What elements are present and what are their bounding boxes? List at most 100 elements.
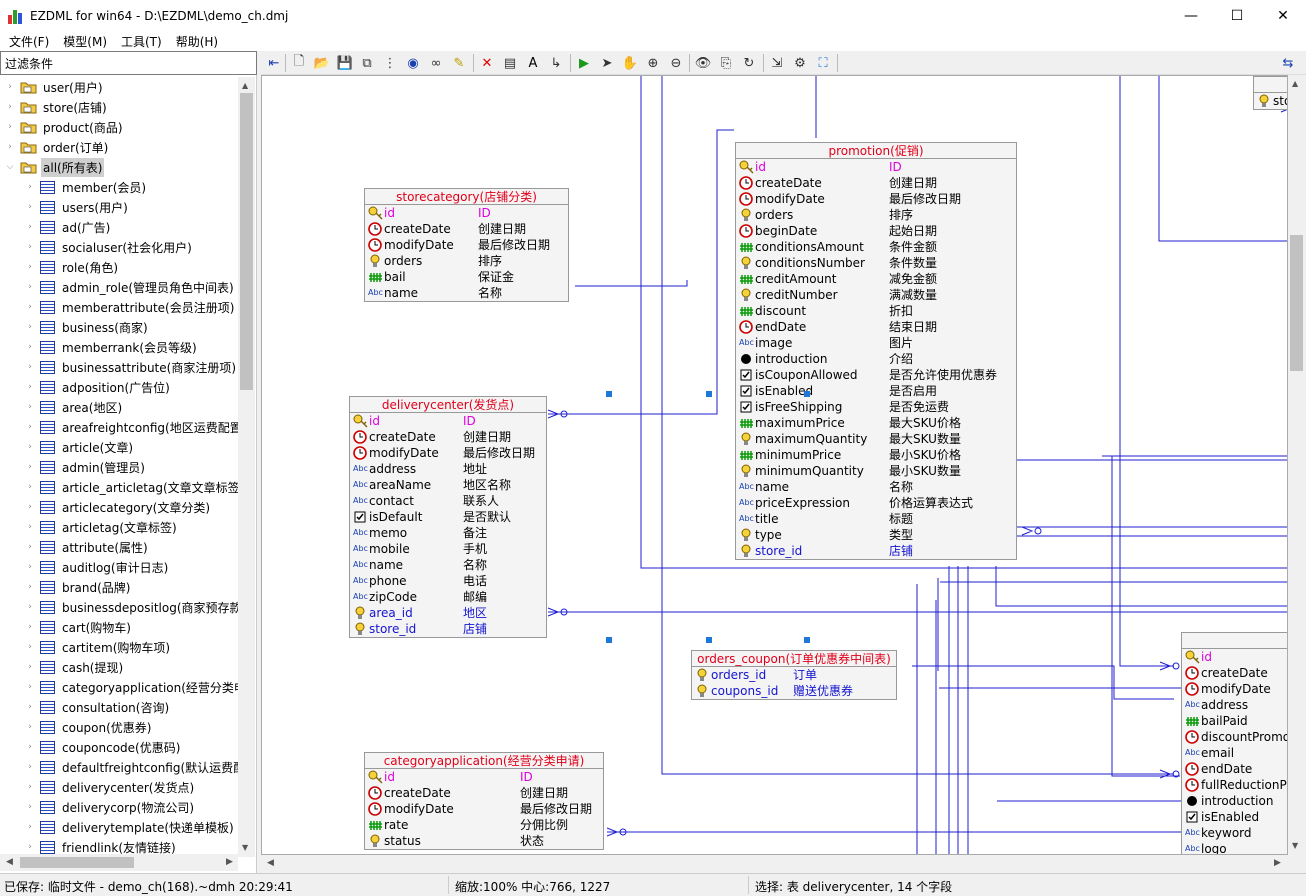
entity-corner-partial[interactable]: sto <box>1253 76 1287 110</box>
filter-input[interactable]: 过滤条件 <box>0 51 257 75</box>
tree-table-item[interactable]: › member(会员) <box>24 177 148 197</box>
tree-group[interactable]: › user(用户) <box>4 77 105 97</box>
entity-promotion[interactable]: promotion(促销) id ID createDate 创建日期 modifyDat… <box>735 142 1017 560</box>
field-row[interactable]: type 类型 <box>736 527 1016 543</box>
entity-categoryapplication[interactable]: categoryapplication(经营分类申请) id ID createDat… <box>364 752 604 850</box>
field-row[interactable]: Abc name 名称 <box>736 479 1016 495</box>
field-row[interactable]: Abc title 标题 <box>736 511 1016 527</box>
field-row[interactable]: id ID <box>736 159 1016 175</box>
scroll-down-icon[interactable]: ▼ <box>1292 841 1298 850</box>
delete-icon[interactable]: ✕ <box>478 54 496 72</box>
field-row[interactable]: id ID <box>350 413 546 429</box>
copy-icon[interactable]: ⧉ <box>358 54 376 72</box>
tree-table-item[interactable]: › areafreightconfig(地区运费配置 <box>24 417 238 437</box>
expand-icon[interactable]: › <box>4 122 16 132</box>
new-icon[interactable]: 🗋 <box>290 54 308 72</box>
expand-icon[interactable]: › <box>24 442 36 452</box>
field-row[interactable]: isEnabled <box>1182 809 1287 825</box>
entity-deliverycenter[interactable]: deliverycenter(发货点) id ID createDate 创建日期 mod… <box>349 396 547 638</box>
save-icon[interactable]: 💾 <box>336 54 354 72</box>
field-row[interactable]: area_id 地区 <box>350 605 546 621</box>
collapse-icon[interactable]: ⌵ <box>4 162 16 172</box>
tree-group[interactable]: › order(订单) <box>4 137 110 157</box>
expand-icon[interactable]: › <box>24 222 36 232</box>
tree-table-item[interactable]: › auditlog(审计日志) <box>24 557 170 577</box>
expand-icon[interactable]: › <box>24 302 36 312</box>
table-icon[interactable]: ▤ <box>501 54 519 72</box>
panel-toggle-icon[interactable]: ⇆ <box>1279 54 1297 72</box>
tree-group[interactable]: › store(店铺) <box>4 97 109 117</box>
tree-table-item[interactable]: › consultation(咨询) <box>24 697 171 717</box>
field-row[interactable]: Abc keyword <box>1182 825 1287 841</box>
tree-table-item[interactable]: › socialuser(社会化用户) <box>24 237 194 257</box>
minimize-button[interactable]: — <box>1168 0 1214 31</box>
field-row[interactable]: beginDate 起始日期 <box>736 223 1016 239</box>
field-row[interactable]: Abc zipCode 邮编 <box>350 589 546 605</box>
expand-icon[interactable]: › <box>24 842 36 852</box>
field-row[interactable]: fullReductionPr <box>1182 777 1287 793</box>
expand-icon[interactable]: › <box>24 242 36 252</box>
expand-icon[interactable]: › <box>24 682 36 692</box>
tree-table-item[interactable]: › businessattribute(商家注册项) <box>24 357 238 377</box>
expand-icon[interactable]: › <box>24 342 36 352</box>
field-row[interactable]: orders 排序 <box>736 207 1016 223</box>
expand-icon[interactable]: › <box>24 622 36 632</box>
scroll-left-icon[interactable]: ◀ <box>6 857 13 867</box>
field-row[interactable]: createDate 创建日期 <box>365 221 568 237</box>
expand-icon[interactable]: › <box>24 462 36 472</box>
scroll-down-icon[interactable]: ▼ <box>242 843 248 852</box>
field-row[interactable]: store_id 店铺 <box>350 621 546 637</box>
preview-icon[interactable]: 👁 <box>694 54 712 72</box>
field-row[interactable]: createDate 创建日期 <box>736 175 1016 191</box>
diagram-canvas[interactable]: storecategory(店铺分类) id ID createDate 创建日期 mod… <box>261 75 1288 855</box>
tree-table-item[interactable]: › deliverycorp(物流公司) <box>24 797 196 817</box>
pointer-icon[interactable]: ➤ <box>598 54 616 72</box>
field-row[interactable]: Abc mobile 手机 <box>350 541 546 557</box>
highlight-icon[interactable]: ✎ <box>450 54 468 72</box>
menu-help[interactable]: 帮助(H) <box>169 33 225 50</box>
field-row[interactable]: sto <box>1254 93 1287 109</box>
back-icon[interactable]: ⇤ <box>265 54 283 72</box>
expand-icon[interactable]: › <box>24 642 36 652</box>
expand-icon[interactable]: › <box>24 322 36 332</box>
tree-table-item[interactable]: › deliverycenter(发货点) <box>24 777 196 797</box>
field-row[interactable]: conditionsAmount 条件金额 <box>736 239 1016 255</box>
field-row[interactable]: id ID <box>365 769 603 785</box>
expand-icon[interactable]: › <box>24 262 36 272</box>
field-row[interactable]: introduction <box>1182 793 1287 809</box>
text-icon[interactable]: A <box>524 54 542 72</box>
canvas-horizontal-scrollbar[interactable]: ◀ ▶ <box>261 855 1288 872</box>
link-icon[interactable]: ↳ <box>547 54 565 72</box>
field-row[interactable]: minimumPrice 最小SKU价格 <box>736 447 1016 463</box>
zoom-in-icon[interactable]: ⊕ <box>644 54 662 72</box>
settings-icon[interactable]: ⚙ <box>791 54 809 72</box>
tree-table-item[interactable]: › defaultfreightconfig(默认运费配 <box>24 757 238 777</box>
field-row[interactable]: maximumQuantity 最大SKU数量 <box>736 431 1016 447</box>
field-row[interactable]: bail 保证金 <box>365 269 568 285</box>
expand-icon[interactable]: › <box>24 602 36 612</box>
tree-table-item[interactable]: › article_articletag(文章文章标签中 <box>24 477 238 497</box>
field-row[interactable]: createDate <box>1182 665 1287 681</box>
tree-table-item[interactable]: › memberrank(会员等级) <box>24 337 199 357</box>
field-row[interactable]: minimumQuantity 最小SKU数量 <box>736 463 1016 479</box>
expand-icon[interactable]: › <box>24 722 36 732</box>
field-row[interactable]: createDate 创建日期 <box>350 429 546 445</box>
tree-table-item[interactable]: › businessdepositlog(商家预存款 <box>24 597 238 617</box>
field-row[interactable]: id <box>1182 649 1287 665</box>
field-row[interactable]: Abc areaName 地区名称 <box>350 477 546 493</box>
menu-tools[interactable]: 工具(T) <box>114 33 169 50</box>
import-icon[interactable]: ⇲ <box>768 54 786 72</box>
field-row[interactable]: Abc priceExpression 价格运算表达式 <box>736 495 1016 511</box>
field-row[interactable]: status 状态 <box>365 833 603 849</box>
tree-vertical-scrollbar[interactable]: ▲ ▼ <box>238 77 255 857</box>
field-row[interactable]: Abc address <box>1182 697 1287 713</box>
field-row[interactable]: conditionsNumber 条件数量 <box>736 255 1016 271</box>
field-row[interactable]: createDate 创建日期 <box>365 785 603 801</box>
expand-icon[interactable]: › <box>24 362 36 372</box>
expand-icon[interactable]: › <box>4 102 16 112</box>
field-row[interactable]: orders 排序 <box>365 253 568 269</box>
tree-icon[interactable]: ⋮ <box>381 54 399 72</box>
expand-icon[interactable]: › <box>24 402 36 412</box>
expand-icon[interactable]: › <box>24 662 36 672</box>
close-button[interactable]: ✕ <box>1260 0 1306 31</box>
